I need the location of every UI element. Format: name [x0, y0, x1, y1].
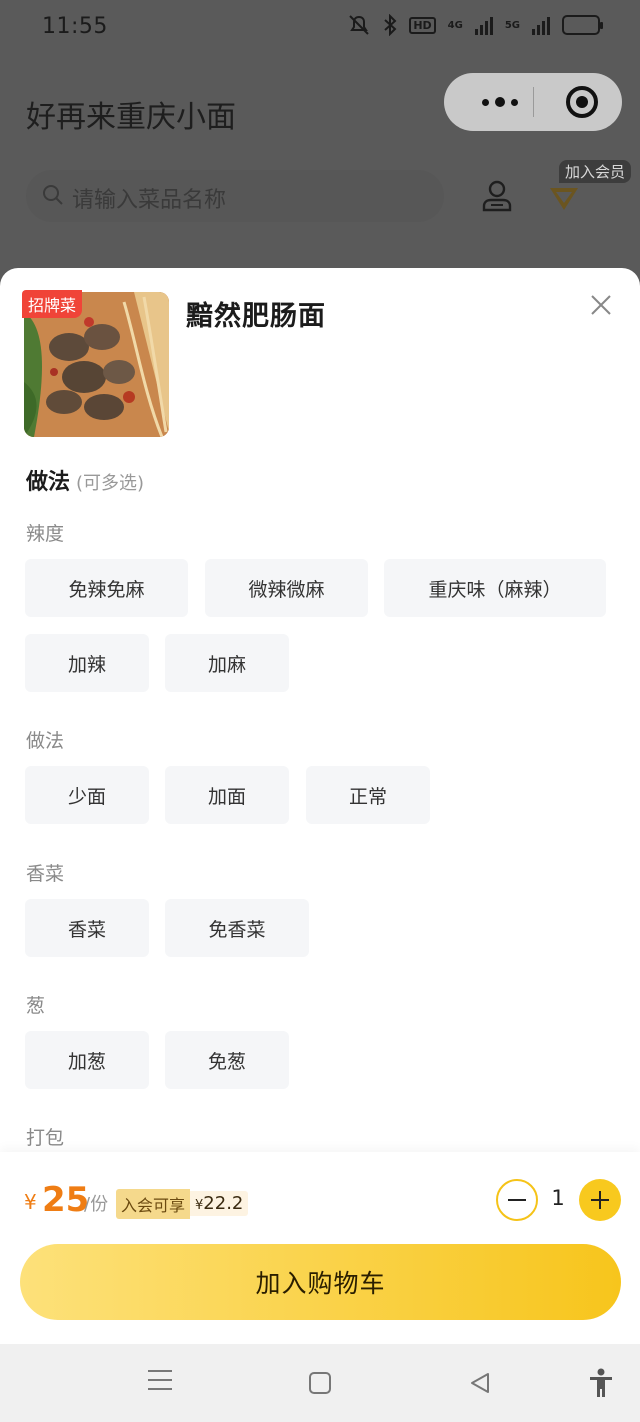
status-icons: HD 4G 5G: [347, 14, 603, 36]
accessibility-icon[interactable]: [588, 1368, 614, 1398]
group-label-scallion: 葱: [26, 995, 46, 1017]
bottom-action-bar: ¥ 25 /份 入会可享 ¥22.2 1 加入购物车: [0, 1152, 640, 1344]
option-spicy-none[interactable]: 免辣免麻: [25, 559, 188, 617]
option-numb-extra[interactable]: 加麻: [165, 634, 289, 692]
member-price-amount: 22.2: [203, 1193, 244, 1214]
mini-program-capsule[interactable]: [444, 73, 622, 131]
system-nav-bar: [0, 1344, 640, 1422]
price-currency: ¥: [24, 1190, 37, 1214]
search-placeholder: 请输入菜品名称: [72, 188, 227, 213]
signature-badge: 招牌菜: [22, 290, 83, 318]
option-less-noodle[interactable]: 少面: [25, 766, 149, 824]
recent-apps-icon[interactable]: [148, 1370, 172, 1392]
option-normal[interactable]: 正常: [306, 766, 430, 824]
back-icon[interactable]: [468, 1371, 492, 1395]
mute-icon: [349, 15, 370, 35]
group-label-method: 做法: [26, 730, 65, 752]
net-5g-label: 5G: [504, 19, 520, 31]
dish-name: 黯然肥肠面: [186, 301, 326, 332]
option-no-scallion[interactable]: 免葱: [165, 1031, 289, 1089]
quantity-decrease-button[interactable]: [496, 1179, 538, 1221]
join-member-badge[interactable]: 加入会员: [559, 160, 632, 183]
option-spicy-mild[interactable]: 微辣微麻: [205, 559, 368, 617]
search-bar[interactable]: 请输入菜品名称: [26, 170, 444, 222]
option-no-coriander[interactable]: 免香菜: [165, 899, 309, 957]
option-add-scallion[interactable]: 加葱: [25, 1031, 149, 1089]
price-unit: /份: [84, 1194, 109, 1215]
member-price-value: ¥22.2: [190, 1191, 249, 1216]
hd-icon: HD: [409, 16, 436, 34]
search-icon: [43, 185, 63, 205]
option-coriander[interactable]: 香菜: [25, 899, 149, 957]
home-icon[interactable]: [309, 1372, 331, 1394]
option-spicy-extra[interactable]: 加辣: [25, 634, 149, 692]
options-hint: (可多选): [76, 473, 145, 494]
group-label-coriander: 香菜: [26, 863, 65, 885]
signal-2-icon: [532, 15, 550, 35]
quantity-increase-button[interactable]: [579, 1179, 621, 1221]
net-4g-label: 4G: [447, 19, 463, 31]
more-icon[interactable]: [468, 91, 532, 113]
member-price-label: 入会可享: [116, 1188, 191, 1219]
vip-diamond-icon[interactable]: [546, 180, 582, 214]
price-value: 25: [42, 1180, 90, 1220]
signal-1-icon: [474, 15, 493, 35]
options-title: 做法 (可多选): [26, 464, 144, 496]
close-icon[interactable]: [588, 292, 614, 318]
options-title-text: 做法: [26, 470, 71, 495]
bluetooth-icon: [384, 14, 397, 36]
quantity-value: 1: [551, 1186, 565, 1210]
battery-icon: [562, 15, 603, 35]
status-time: 11:55: [42, 14, 108, 39]
store-title: 好再来重庆小面: [26, 100, 236, 135]
background-app: 11:55 HD 4G 5G 好再来重庆小面 请输入菜品名称 加入会员: [0, 0, 640, 280]
group-label-takeaway: 打包: [26, 1127, 65, 1149]
status-bar: 11:55 HD 4G 5G: [0, 0, 640, 58]
capsule-divider: [533, 87, 534, 117]
close-mini-program-icon[interactable]: [566, 86, 598, 118]
add-to-cart-button[interactable]: 加入购物车: [20, 1244, 621, 1320]
option-more-noodle[interactable]: 加面: [165, 766, 289, 824]
member-price-tag: 入会可享 ¥22.2: [116, 1188, 249, 1219]
group-label-spicy: 辣度: [26, 523, 65, 545]
user-icon[interactable]: [480, 178, 514, 212]
option-spicy-chongqing[interactable]: 重庆味（麻辣）: [384, 559, 606, 617]
